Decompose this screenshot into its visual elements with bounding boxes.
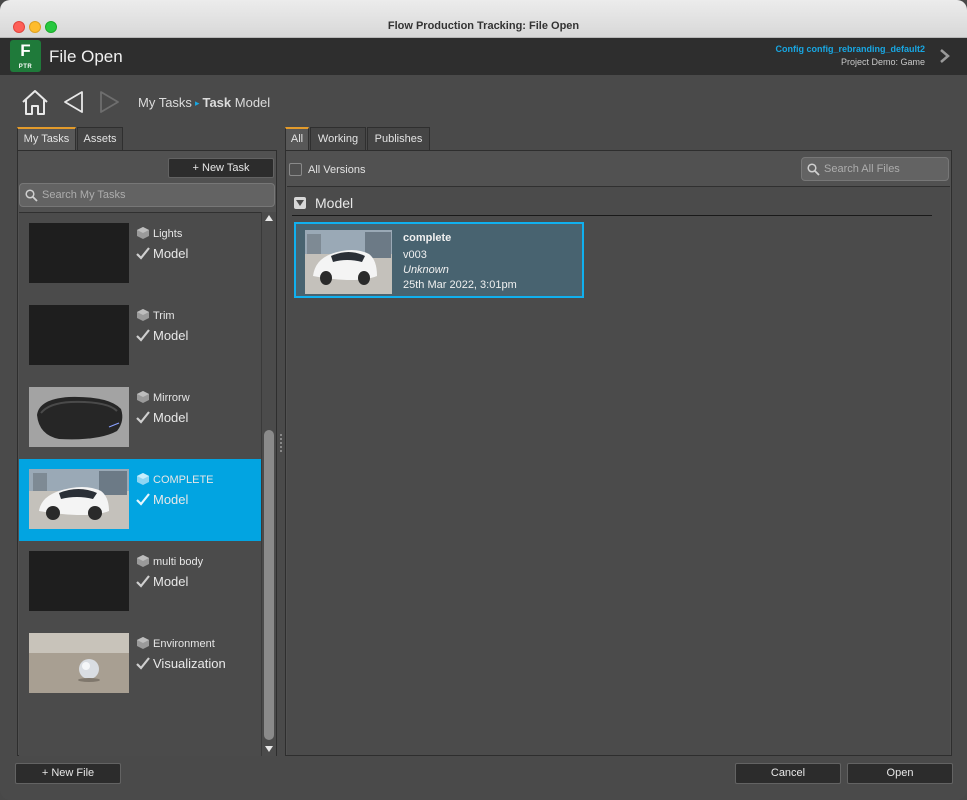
window-titlebar: Flow Production Tracking: File Open [0, 0, 967, 38]
app-title: File Open [49, 47, 123, 66]
collapse-group-icon[interactable] [294, 197, 306, 209]
search-my-tasks-input[interactable]: Search My Tasks [19, 183, 275, 207]
open-button[interactable]: Open [847, 763, 953, 784]
logo-letter: F [20, 41, 31, 60]
task-thumbnail [29, 305, 129, 365]
checkmark-icon [136, 493, 150, 506]
tab-publishes[interactable]: Publishes [367, 127, 430, 150]
file-list: Model complete v003 Unknown 25th Mar 202… [287, 186, 950, 755]
file-group-name: Model [315, 195, 354, 211]
task-step-name: Model [153, 328, 189, 343]
task-row-multi-body[interactable]: multi body Model [19, 541, 261, 623]
asset-cube-icon [137, 309, 149, 321]
forward-arrow-icon[interactable] [97, 90, 121, 114]
checkmark-icon [136, 575, 150, 588]
asset-cube-icon [137, 473, 149, 485]
task-step-name: Model [153, 246, 189, 261]
breadcrumb: My Tasks ▸ Task Model [138, 95, 270, 110]
task-thumbnail [29, 551, 129, 611]
tab-working[interactable]: Working [310, 127, 366, 150]
checkmark-icon [136, 329, 150, 342]
file-name: complete [403, 232, 452, 244]
scroll-down-arrow-icon[interactable] [265, 746, 273, 752]
new-task-button[interactable]: + New Task [168, 158, 274, 178]
group-divider [292, 215, 932, 216]
task-entity-name: multi body [153, 556, 204, 568]
all-versions-checkbox[interactable] [289, 163, 302, 176]
new-file-button[interactable]: + New File [15, 763, 121, 784]
ptr-logo-icon: F PTR [10, 40, 41, 72]
breadcrumb-value: Model [234, 95, 271, 110]
search-my-tasks-placeholder: Search My Tasks [42, 189, 126, 201]
search-all-files-placeholder: Search All Files [824, 163, 900, 175]
asset-cube-icon [137, 637, 149, 649]
mirror-model-thumbnail-icon [29, 387, 129, 447]
checkmark-icon [136, 657, 150, 670]
scroll-up-arrow-icon[interactable] [265, 215, 273, 221]
left-tab-bar: My Tasks Assets [17, 127, 277, 150]
cancel-button[interactable]: Cancel [735, 763, 841, 784]
task-entity-name: Trim [153, 310, 175, 322]
task-thumbnail [29, 469, 129, 529]
task-row-environment[interactable]: Environment Visualization [19, 623, 261, 705]
file-user: Unknown [403, 264, 449, 276]
task-thumbnail [29, 633, 129, 693]
task-step-name: Visualization [153, 656, 226, 671]
file-card-complete[interactable]: complete v003 Unknown 25th Mar 2022, 3:0… [294, 222, 584, 298]
file-date: 25th Mar 2022, 3:01pm [403, 279, 517, 291]
car-thumbnail-icon [305, 230, 392, 294]
breadcrumb-label: Task [202, 95, 232, 110]
tab-assets[interactable]: Assets [77, 127, 123, 150]
panel-splitter-handle[interactable] [280, 434, 283, 454]
task-step-name: Model [153, 574, 189, 589]
window-title: Flow Production Tracking: File Open [387, 20, 580, 32]
task-entity-name: COMPLETE [153, 474, 214, 486]
car-thumbnail-icon [29, 469, 129, 529]
scrollbar-thumb[interactable] [264, 430, 274, 740]
app-header: F PTR File Open Config config_rebranding… [0, 38, 967, 75]
home-icon[interactable] [20, 88, 50, 116]
logo-subtext: PTR [18, 64, 33, 70]
tab-all[interactable]: All [285, 127, 309, 150]
checkmark-icon [136, 411, 150, 424]
task-step-name: Model [153, 410, 189, 425]
search-icon [807, 163, 820, 176]
task-thumbnail [29, 223, 129, 283]
environment-thumbnail-icon [29, 633, 129, 693]
navigation-bar: My Tasks ▸ Task Model [0, 75, 967, 127]
config-info: Config config_rebranding_default2 Projec… [775, 44, 925, 67]
all-versions-label: All Versions [308, 164, 366, 176]
search-all-files-input[interactable]: Search All Files [801, 157, 949, 181]
asset-cube-icon [137, 227, 149, 239]
task-list-scrollbar[interactable] [261, 212, 276, 756]
file-thumbnail [305, 230, 392, 294]
task-entity-name: Environment [153, 638, 215, 650]
breadcrumb-root[interactable]: My Tasks [138, 95, 192, 110]
task-entity-name: Lights [153, 228, 183, 240]
task-entity-name: Mirrorw [153, 392, 190, 404]
files-panel: All Versions Search All Files Model comp… [285, 150, 952, 756]
task-row-trim[interactable]: Trim Model [19, 295, 261, 377]
back-arrow-icon[interactable] [62, 90, 86, 114]
my-tasks-panel: + New Task Search My Tasks Lights Model … [17, 150, 277, 756]
task-row-lights[interactable]: Lights Model [19, 213, 261, 295]
task-row-mirrorw[interactable]: Mirrorw Model [19, 377, 261, 459]
file-version: v003 [403, 249, 427, 261]
task-thumbnail [29, 387, 129, 447]
task-step-name: Model [153, 492, 189, 507]
breadcrumb-separator-icon: ▸ [194, 98, 200, 108]
checkmark-icon [136, 247, 150, 260]
task-row-complete[interactable]: COMPLETE Model [19, 459, 261, 541]
right-tab-bar: All Working Publishes [285, 127, 485, 150]
project-name: Project Demo: Game [840, 57, 925, 67]
asset-cube-icon [137, 391, 149, 403]
chevron-right-icon[interactable] [938, 48, 952, 64]
asset-cube-icon [137, 555, 149, 567]
file-open-window: Flow Production Tracking: File Open F PT… [0, 0, 967, 800]
config-name[interactable]: Config config_rebranding_default2 [775, 44, 925, 54]
task-list: Lights Model Trim Model Mirrorw Model CO… [19, 212, 261, 756]
tab-my-tasks[interactable]: My Tasks [17, 127, 76, 150]
search-icon [25, 189, 38, 202]
